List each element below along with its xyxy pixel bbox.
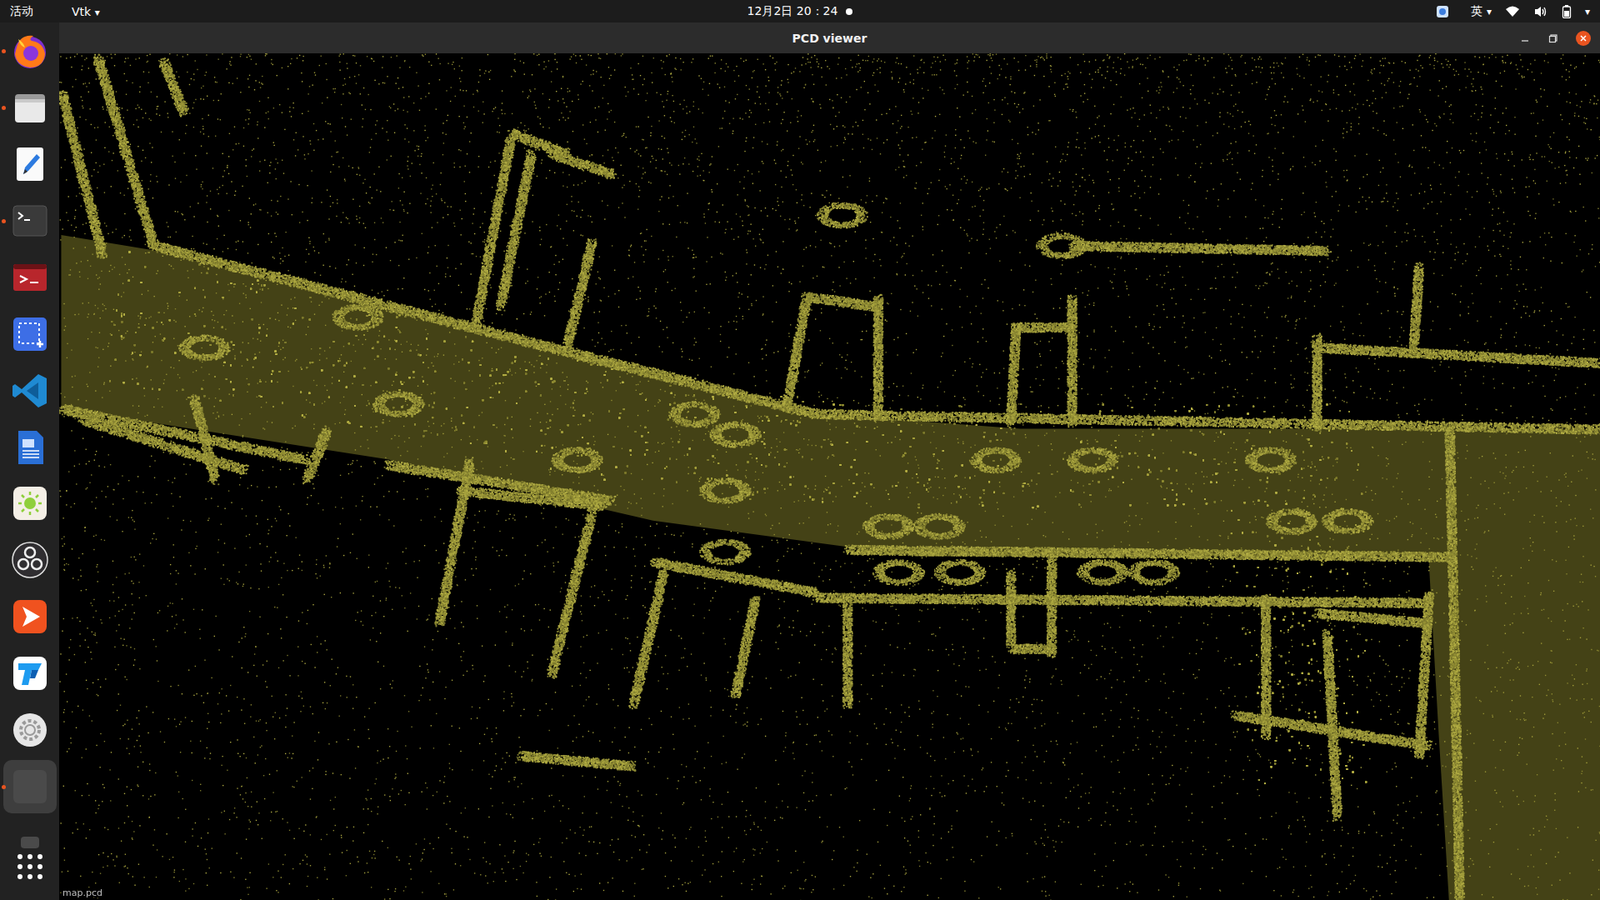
app-icon — [13, 835, 47, 849]
dock-item[interactable] — [3, 760, 57, 814]
window-title: PCD viewer — [792, 31, 868, 45]
dock-item[interactable] — [3, 364, 57, 418]
running-indicator — [1, 49, 6, 54]
dock-item[interactable] — [3, 250, 57, 305]
dock-item[interactable] — [3, 703, 57, 757]
minimize-icon[interactable] — [1518, 31, 1532, 45]
maximize-icon[interactable] — [1546, 31, 1560, 45]
clock[interactable]: 12月2日 20：24 — [747, 4, 854, 20]
dock-item[interactable] — [3, 80, 57, 135]
dock-item[interactable] — [3, 194, 57, 248]
remote-app-icon — [10, 257, 50, 298]
close-icon[interactable] — [1575, 30, 1592, 47]
document-viewer-icon — [10, 427, 50, 468]
wifi-icon[interactable] — [1505, 5, 1520, 19]
pcd-viewer-icon — [10, 766, 50, 807]
status-text: map.pcd — [60, 887, 105, 899]
lark-icon — [10, 653, 50, 694]
screenshot-icon — [10, 314, 50, 355]
system-menu[interactable]: ▾ — [1585, 5, 1590, 18]
point-cloud-viewer[interactable]: map.pcd — [59, 53, 1600, 900]
desktop: 活动 Vtk ▾ 12月2日 20：24 英 ▾ ▾ PCD viewer ma… — [0, 0, 1600, 900]
title-bar[interactable]: PCD viewer — [59, 22, 1600, 54]
dock-item[interactable] — [3, 646, 57, 700]
activities-button[interactable]: 活动 — [10, 4, 34, 20]
obs-icon — [10, 540, 50, 580]
show-apps-button[interactable] — [3, 850, 57, 884]
dock — [0, 22, 60, 900]
text-editor-icon — [10, 144, 50, 185]
dock-item[interactable] — [3, 590, 57, 644]
dock-item[interactable] — [3, 137, 57, 191]
point-cloud[interactable] — [59, 53, 1600, 900]
pcd-viewer-window: PCD viewer map.pcd — [59, 22, 1600, 900]
firefox-icon — [10, 30, 50, 71]
tray-app-icon[interactable] — [1435, 5, 1450, 19]
input-method[interactable]: 英 ▾ — [1470, 4, 1491, 20]
brightness-app-icon — [10, 483, 50, 524]
top-bar: 活动 Vtk ▾ 12月2日 20：24 英 ▾ ▾ — [0, 0, 1600, 23]
dock-item[interactable] — [3, 533, 57, 587]
dock-item[interactable] — [3, 24, 57, 78]
settings-icon — [10, 710, 50, 750]
notification-dot — [845, 8, 853, 15]
vscode-icon — [10, 370, 50, 411]
terminal-icon — [10, 200, 50, 241]
dock-item[interactable] — [3, 818, 57, 849]
files-icon — [10, 87, 50, 128]
app-grid-icon — [16, 853, 44, 880]
player-icon — [10, 596, 50, 637]
app-menu[interactable]: Vtk ▾ — [71, 5, 100, 19]
running-indicator — [1, 105, 6, 110]
battery-icon[interactable] — [1561, 5, 1572, 19]
running-indicator — [1, 219, 6, 224]
volume-icon[interactable] — [1533, 5, 1549, 19]
dock-item[interactable] — [3, 477, 57, 531]
running-indicator — [1, 785, 6, 790]
dock-item[interactable] — [3, 307, 57, 361]
dock-item[interactable] — [3, 420, 57, 475]
